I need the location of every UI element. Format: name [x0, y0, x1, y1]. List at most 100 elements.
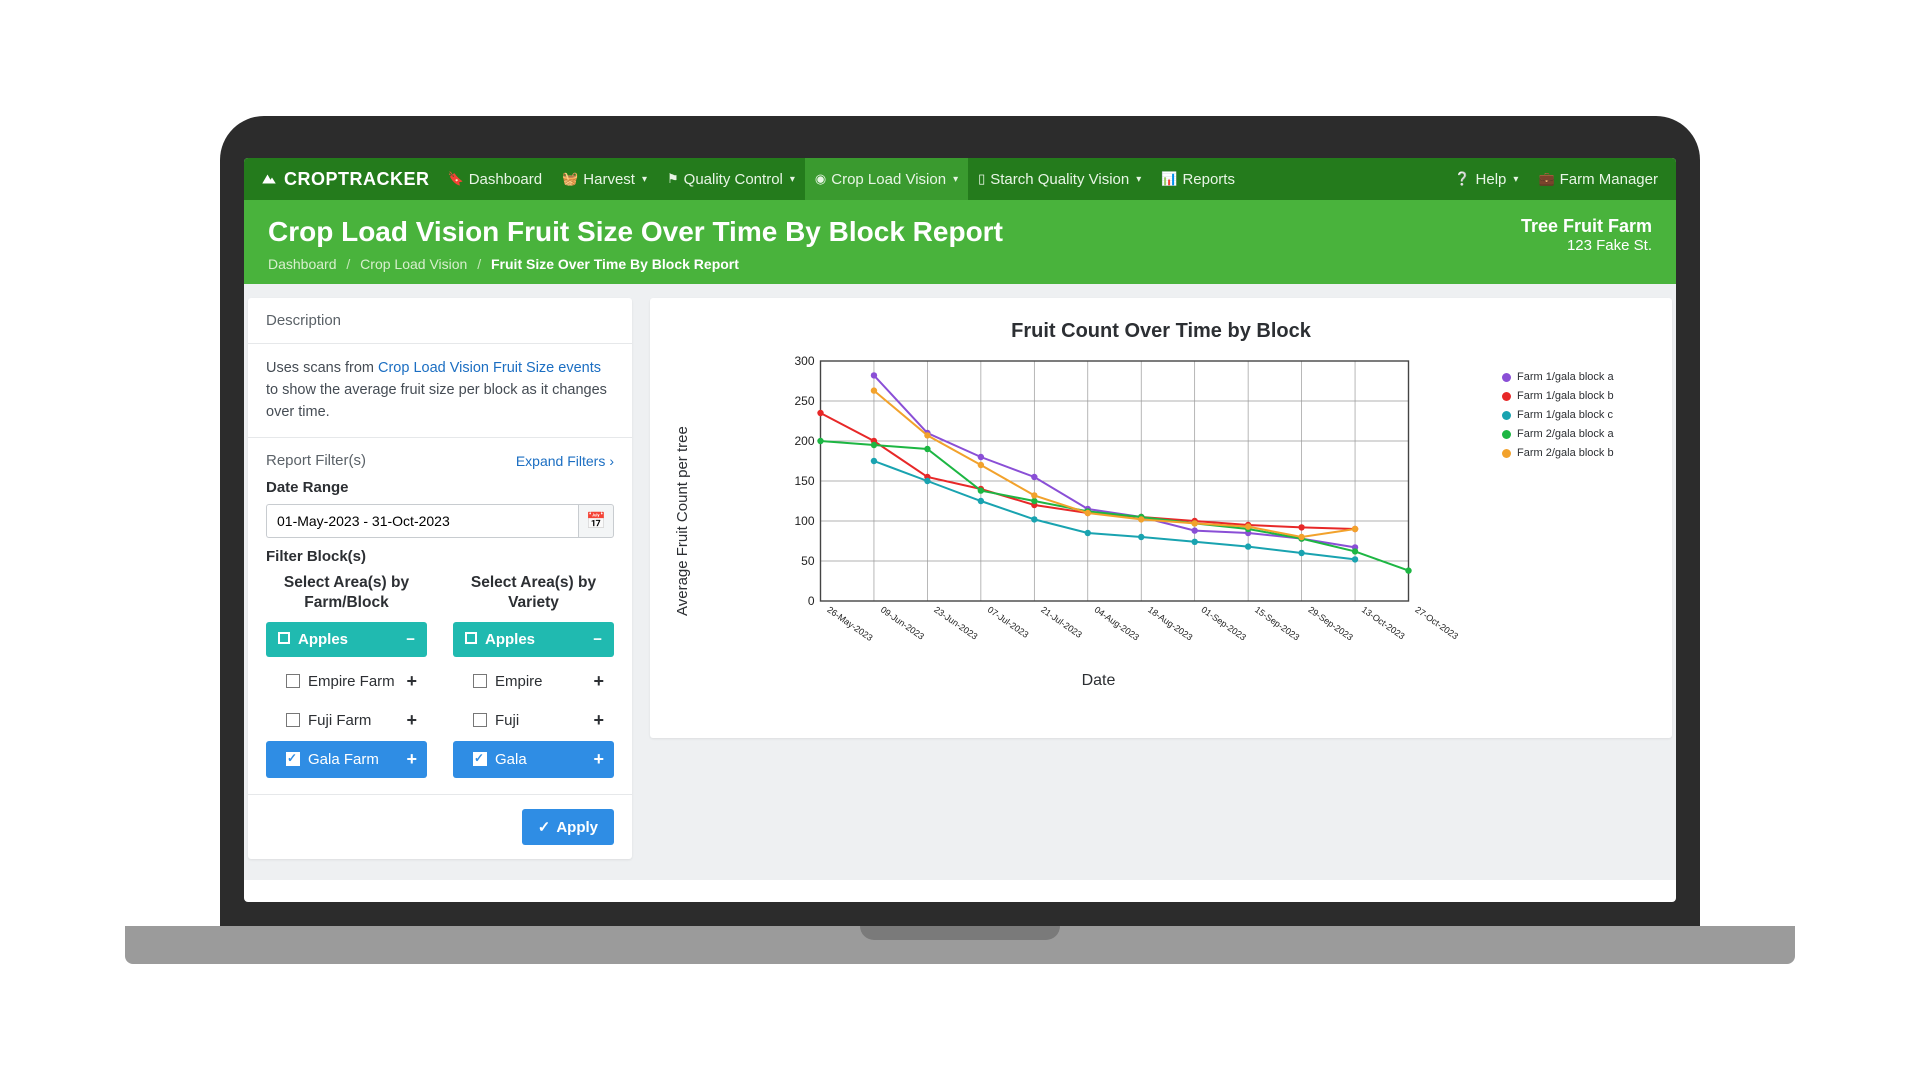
column-title: Select Area(s) by Variety — [453, 573, 614, 612]
variety-column: Select Area(s) by Variety Apples− Empire… — [453, 573, 614, 780]
caret-down-icon: ▾ — [1136, 174, 1141, 185]
chart-xlabel: Date — [695, 672, 1502, 690]
tree-item-empire-farm[interactable]: Empire Farm+ — [266, 663, 427, 700]
farm-block-column: Select Area(s) by Farm/Block Apples− Emp… — [266, 573, 427, 780]
checkbox-icon — [286, 674, 300, 688]
page-title: Crop Load Vision Fruit Size Over Time By… — [268, 216, 1003, 248]
apply-button[interactable]: ✓Apply — [522, 809, 614, 845]
calendar-button[interactable]: 📅 — [578, 504, 614, 538]
legend-dot-icon — [1502, 430, 1511, 439]
svg-text:04-Aug-2023: 04-Aug-2023 — [1093, 604, 1141, 642]
legend-item[interactable]: Farm 1/gala block c — [1502, 409, 1652, 421]
tree-item-empire[interactable]: Empire+ — [453, 663, 614, 700]
svg-text:26-May-2023: 26-May-2023 — [825, 604, 874, 643]
legend-dot-icon — [1502, 392, 1511, 401]
brand-icon — [260, 170, 278, 188]
brand-text: CROPTRACKER — [284, 169, 430, 190]
tree-item-fuji[interactable]: Fuji+ — [453, 702, 614, 739]
svg-text:13-Oct-2023: 13-Oct-2023 — [1360, 604, 1407, 641]
legend-item[interactable]: Farm 2/gala block b — [1502, 447, 1652, 459]
description-link[interactable]: Crop Load Vision Fruit Size events — [378, 360, 601, 376]
navbar: CROPTRACKER 🔖 Dashboard 🧺 Harvest ▾ ⚑Qualit… — [244, 158, 1676, 200]
checkbox-icon — [473, 674, 487, 688]
checkbox-icon — [278, 632, 290, 644]
nav-label: Crop Load Vision — [831, 171, 946, 188]
laptop-base — [125, 926, 1795, 964]
farm-address: 123 Fake St. — [1521, 237, 1652, 254]
nav-label: Farm Manager — [1560, 171, 1658, 188]
svg-text:27-Oct-2023: 27-Oct-2023 — [1413, 604, 1460, 641]
svg-text:50: 50 — [801, 554, 815, 568]
date-range-input[interactable] — [266, 504, 578, 538]
filters-heading: Report Filter(s) — [266, 452, 366, 469]
nav-label: Starch Quality Vision — [990, 171, 1129, 188]
svg-text:07-Jul-2023: 07-Jul-2023 — [986, 604, 1031, 639]
nav-cropload[interactable]: ◉ Crop Load Vision ▾ — [805, 158, 968, 200]
screen-bezel: CROPTRACKER 🔖 Dashboard 🧺 Harvest ▾ ⚑Qualit… — [220, 116, 1700, 926]
nav-help[interactable]: ❔Help▾ — [1444, 158, 1528, 200]
legend-label: Farm 1/gala block a — [1517, 371, 1614, 383]
basket-icon: 🧺 — [562, 171, 578, 187]
tree-item-gala[interactable]: Gala+ — [453, 741, 614, 778]
nav-user[interactable]: 💼Farm Manager — [1528, 158, 1668, 200]
chart-title: Fruit Count Over Time by Block — [670, 320, 1652, 343]
legend-label: Farm 1/gala block c — [1517, 409, 1613, 421]
caret-down-icon: ▾ — [953, 174, 958, 185]
page-header: Crop Load Vision Fruit Size Over Time By… — [244, 200, 1676, 284]
help-icon: ❔ — [1454, 171, 1470, 187]
nav-quality[interactable]: ⚑Quality Control▾ — [657, 158, 805, 200]
filter-blocks-label: Filter Block(s) — [266, 548, 614, 565]
column-title: Select Area(s) by Farm/Block — [266, 573, 427, 612]
svg-text:23-Jun-2023: 23-Jun-2023 — [932, 604, 979, 641]
target-icon: ◉ — [815, 171, 826, 187]
svg-text:18-Aug-2023: 18-Aug-2023 — [1146, 604, 1194, 642]
breadcrumb-link[interactable]: Crop Load Vision — [360, 256, 467, 272]
minus-icon: − — [593, 631, 602, 648]
nav-label: Reports — [1182, 171, 1235, 188]
checkbox-icon — [286, 713, 300, 727]
nav-items: 🔖 Dashboard 🧺 Harvest ▾ ⚑Quality Control▾ ◉… — [438, 158, 1245, 200]
minus-icon: − — [406, 631, 415, 648]
legend-item[interactable]: Farm 1/gala block a — [1502, 371, 1652, 383]
nav-label: Dashboard — [469, 171, 542, 188]
expand-filters-link[interactable]: Expand Filters› — [516, 453, 614, 469]
nav-reports[interactable]: 📊Reports — [1151, 158, 1245, 200]
tree-root-apples[interactable]: Apples− — [266, 622, 427, 657]
svg-text:21-Jul-2023: 21-Jul-2023 — [1039, 604, 1084, 639]
tree-item-gala-farm[interactable]: Gala Farm+ — [266, 741, 427, 778]
description-text: Uses scans from Crop Load Vision Fruit S… — [266, 358, 614, 423]
content-area: Description Uses scans from Crop Load Vi… — [244, 284, 1676, 880]
line-chart: 05010015020025030026-May-202309-Jun-2023… — [695, 353, 1502, 643]
bookmark-icon: 🔖 — [448, 171, 464, 187]
tree-root-apples[interactable]: Apples− — [453, 622, 614, 657]
brand-logo[interactable]: CROPTRACKER — [252, 169, 438, 190]
svg-text:100: 100 — [794, 514, 814, 528]
tree-item-fuji-farm[interactable]: Fuji Farm+ — [266, 702, 427, 739]
checkbox-icon — [465, 632, 477, 644]
filters-panel: Description Uses scans from Crop Load Vi… — [248, 298, 632, 859]
nav-starch[interactable]: ▯Starch Quality Vision▾ — [968, 158, 1151, 200]
legend-dot-icon — [1502, 449, 1511, 458]
svg-text:200: 200 — [794, 434, 814, 448]
legend-item[interactable]: Farm 1/gala block b — [1502, 390, 1652, 402]
screen: CROPTRACKER 🔖 Dashboard 🧺 Harvest ▾ ⚑Qualit… — [244, 158, 1676, 902]
nav-dashboard[interactable]: 🔖 Dashboard — [438, 158, 553, 200]
svg-text:300: 300 — [794, 354, 814, 368]
breadcrumb-current: Fruit Size Over Time By Block Report — [491, 256, 739, 272]
legend-dot-icon — [1502, 373, 1511, 382]
laptop-notch — [860, 926, 1060, 940]
checkbox-checked-icon — [473, 752, 487, 766]
breadcrumb: Dashboard / Crop Load Vision / Fruit Siz… — [268, 256, 1003, 272]
description-heading: Description — [266, 312, 614, 329]
legend-item[interactable]: Farm 2/gala block a — [1502, 428, 1652, 440]
laptop-frame: CROPTRACKER 🔖 Dashboard 🧺 Harvest ▾ ⚑Qualit… — [220, 116, 1700, 964]
svg-text:29-Sep-2023: 29-Sep-2023 — [1306, 604, 1354, 642]
legend-label: Farm 1/gala block b — [1517, 390, 1614, 402]
nav-harvest[interactable]: 🧺Harvest▾ — [552, 158, 657, 200]
breadcrumb-link[interactable]: Dashboard — [268, 256, 337, 272]
svg-text:09-Jun-2023: 09-Jun-2023 — [879, 604, 926, 641]
plus-icon: + — [406, 671, 417, 692]
svg-text:15-Sep-2023: 15-Sep-2023 — [1253, 604, 1301, 642]
plus-icon: + — [593, 749, 604, 770]
nav-label: Harvest — [583, 171, 635, 188]
